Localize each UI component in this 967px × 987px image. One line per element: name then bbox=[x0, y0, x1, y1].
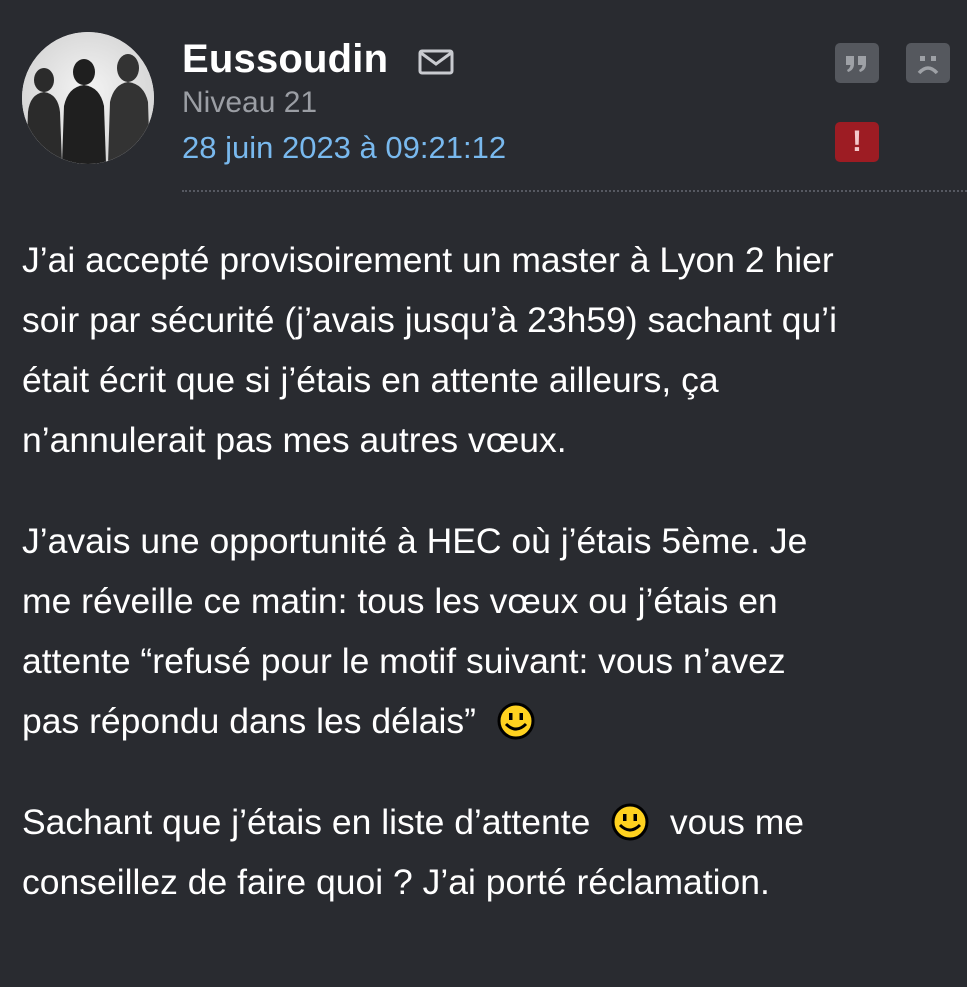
author-name[interactable]: Eussoudin bbox=[182, 37, 388, 82]
text-segment: Sachant que j’étais en liste d’attente bbox=[22, 802, 591, 842]
text-line: conseillez de faire quoi ? J’ai porté ré… bbox=[22, 862, 770, 902]
text-segment: pas répondu dans les délais” bbox=[22, 701, 476, 741]
author-level: Niveau 21 bbox=[182, 86, 318, 119]
smiley-icon bbox=[611, 803, 649, 841]
text-line: était écrit que si j’étais en attente ai… bbox=[22, 360, 719, 400]
post-paragraph-1: J’ai accepté provisoirement un master à … bbox=[22, 230, 967, 470]
author-line: Eussoudin bbox=[182, 33, 454, 85]
post-paragraph-3: Sachant que j’étais en liste d’attente v… bbox=[22, 792, 967, 912]
text-line: attente “refusé pour le motif suivant: v… bbox=[22, 641, 786, 681]
report-button[interactable]: ! bbox=[835, 122, 879, 162]
text-line: n’annulerait pas mes autres vœux. bbox=[22, 420, 567, 460]
text-line-with-smiley: Sachant que j’étais en liste d’attente v… bbox=[22, 792, 967, 852]
text-line: J’avais une opportunité à HEC où j’étais… bbox=[22, 521, 808, 561]
avatar[interactable] bbox=[22, 32, 154, 164]
mail-icon[interactable] bbox=[418, 48, 454, 76]
text-line-with-smiley: pas répondu dans les délais” bbox=[22, 691, 967, 751]
avatar-image bbox=[22, 32, 154, 164]
text-line: J’ai accepté provisoirement un master à … bbox=[22, 240, 834, 280]
smiley-icon bbox=[497, 702, 535, 740]
text-segment: vous me bbox=[669, 802, 805, 842]
post-header: Eussoudin Niveau 21 28 juin 2023 à 09:21… bbox=[0, 0, 967, 195]
quote-icon bbox=[846, 56, 866, 72]
sad-face-button[interactable] bbox=[906, 43, 950, 83]
text-line: soir par sécurité (j’avais jusqu’à 23h59… bbox=[22, 300, 837, 340]
exclamation-icon: ! bbox=[852, 125, 862, 158]
quote-button[interactable] bbox=[835, 43, 879, 83]
post-body: J’ai accepté provisoirement un master à … bbox=[22, 230, 967, 953]
text-line: me réveille ce matin: tous les vœux ou j… bbox=[22, 581, 778, 621]
header-divider bbox=[182, 190, 967, 192]
post-paragraph-2: J’avais une opportunité à HEC où j’étais… bbox=[22, 511, 967, 751]
sad-face-icon bbox=[917, 56, 939, 75]
post-date-link[interactable]: 28 juin 2023 à 09:21:12 bbox=[182, 130, 506, 166]
